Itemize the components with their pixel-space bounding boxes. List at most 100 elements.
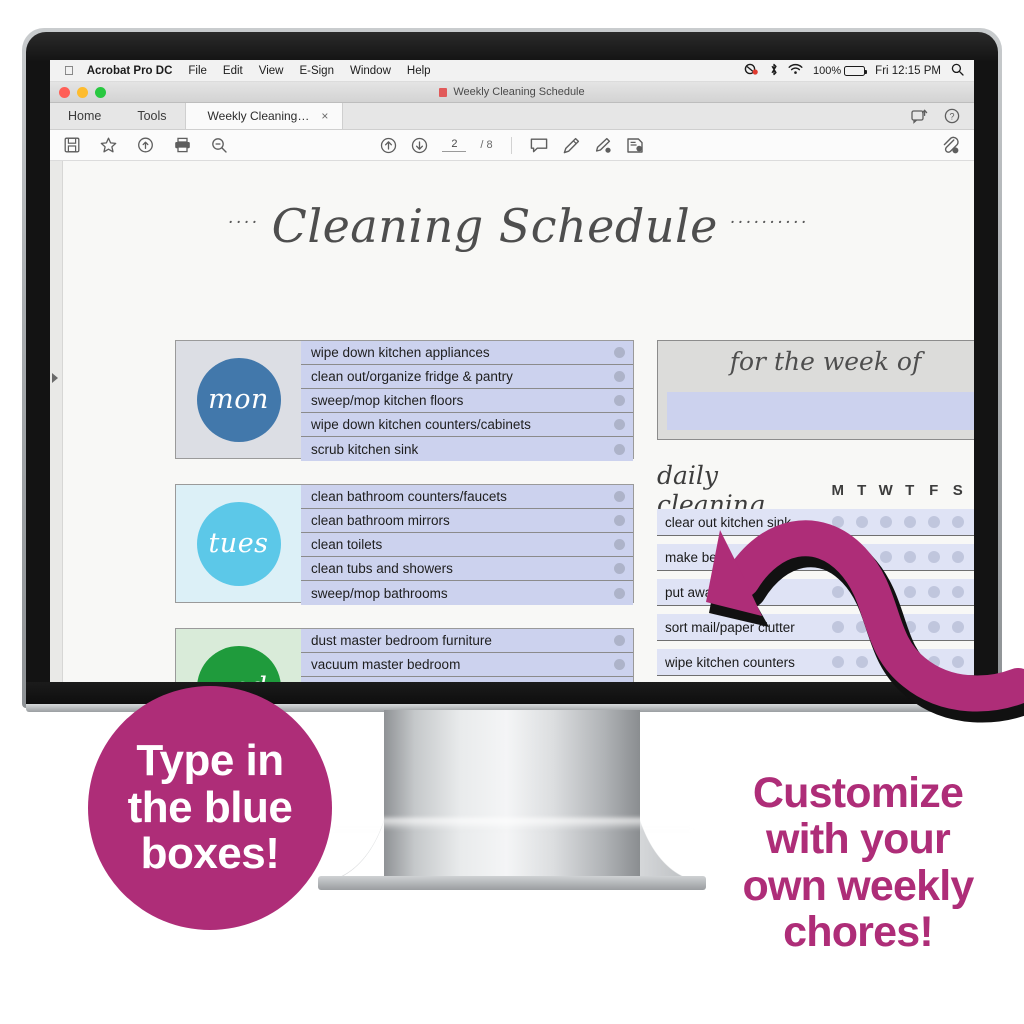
task-text: sweep/mop bathrooms <box>311 585 448 601</box>
task-list-mon: wipe down kitchen appliances clean out/o… <box>301 341 633 461</box>
stamp-icon[interactable] <box>626 137 644 154</box>
task-row[interactable]: dust master bedroom furniture <box>301 629 633 653</box>
task-checkbox-dot[interactable] <box>614 587 625 599</box>
expand-sidebar-icon[interactable] <box>52 373 58 383</box>
task-text: wipe down kitchen counters/cabinets <box>311 417 531 432</box>
task-row[interactable]: clean out/organize fridge & pantry <box>301 365 633 389</box>
curved-arrow-icon <box>706 520 1024 723</box>
day-block-tues: tues clean bathroom counters/faucets cle… <box>175 484 634 605</box>
task-checkbox-dot[interactable] <box>614 539 625 550</box>
menu-esign[interactable]: E-Sign <box>299 65 334 77</box>
task-list-tues: clean bathroom counters/faucets clean ba… <box>301 485 633 605</box>
dow-t1: T <box>857 481 867 499</box>
menu-window[interactable]: Window <box>350 65 391 77</box>
task-checkbox-dot[interactable] <box>614 347 625 358</box>
task-row[interactable]: scrub kitchen sink <box>301 437 633 461</box>
day-block-mon: mon wipe down kitchen appliances clean o… <box>175 340 634 461</box>
week-of-card: for the week of <box>657 340 974 440</box>
task-row[interactable]: clean bathroom counters/faucets <box>301 485 633 509</box>
promo-text: Customize with your own weekly chores! <box>742 769 975 957</box>
dow-f: F <box>929 481 939 499</box>
menu-help[interactable]: Help <box>407 65 431 77</box>
page-up-icon[interactable] <box>380 137 397 154</box>
menubar-app-name[interactable]: Acrobat Pro DC <box>87 65 173 77</box>
day-of-week-headers: M T W T F S S <box>826 482 974 499</box>
day-label-tues: tues <box>208 528 269 559</box>
task-text: vacuum master bedroom <box>311 657 461 672</box>
spotlight-search-icon[interactable] <box>951 63 964 79</box>
task-checkbox-dot[interactable] <box>614 491 625 502</box>
acrobat-toolbar: 2 / 8 <box>50 130 974 161</box>
tab-close-icon[interactable]: × <box>321 109 328 123</box>
task-text: clean out/organize fridge & pantry <box>311 369 513 384</box>
monitor-stand-base <box>318 876 706 890</box>
day-circle-tues: tues <box>196 501 281 586</box>
task-checkbox-dot[interactable] <box>614 563 625 574</box>
task-row[interactable]: clean bathroom mirrors <box>301 509 633 533</box>
task-checkbox-dot[interactable] <box>614 371 625 382</box>
menu-edit[interactable]: Edit <box>223 65 243 77</box>
dow-t2: T <box>905 481 915 499</box>
tab-document-label: Weekly Cleaning… <box>207 109 310 123</box>
task-row[interactable]: sweep/mop kitchen floors <box>301 389 633 413</box>
task-checkbox-dot[interactable] <box>614 635 625 646</box>
page-down-icon[interactable] <box>411 137 428 154</box>
task-text: clean toilets <box>311 537 383 552</box>
task-text: clean bathroom counters/faucets <box>311 489 507 504</box>
menu-view[interactable]: View <box>259 65 284 77</box>
navigation-pane-tab[interactable] <box>50 161 63 682</box>
tab-home[interactable]: Home <box>50 103 119 129</box>
battery-percent-label: 100% <box>813 64 842 77</box>
page-total-label: / 8 <box>480 139 493 151</box>
page-number-input[interactable]: 2 <box>442 138 467 152</box>
task-checkbox-dot[interactable] <box>614 419 625 430</box>
task-checkbox-dot[interactable] <box>614 659 625 670</box>
day-label-mon: mon <box>208 384 269 415</box>
task-text: scrub kitchen sink <box>311 441 419 457</box>
battery-indicator[interactable]: 100% <box>813 64 868 77</box>
task-list-wed: dust master bedroom furniture vacuum mas… <box>301 629 633 682</box>
comment-icon[interactable] <box>530 137 548 153</box>
day-badge-tues: tues <box>176 485 301 602</box>
task-text: dust master bedroom furniture <box>311 633 492 648</box>
dow-m: M <box>831 481 845 499</box>
sign-icon[interactable] <box>594 137 612 154</box>
battery-icon <box>844 65 868 76</box>
task-text: clean tubs and showers <box>311 561 453 576</box>
task-text: sweep/mop kitchen floors <box>311 393 464 408</box>
page-title-text: Cleaning Schedule <box>271 199 718 253</box>
task-row[interactable]: clean tubs and showers <box>301 557 633 581</box>
task-checkbox-dot[interactable] <box>614 395 625 406</box>
task-row[interactable]: wipe down kitchen counters/cabinets <box>301 413 633 437</box>
task-row[interactable]: vacuum master bedroom <box>301 653 633 677</box>
menubar-clock[interactable]: Fri 12:15 PM <box>875 65 941 77</box>
apple-logo-icon[interactable]:  <box>64 64 74 77</box>
type-in-blue-boxes-badge: Type in the blue boxes! <box>88 686 332 930</box>
bluetooth-icon[interactable] <box>770 63 778 79</box>
task-row[interactable]: wipe down kitchen appliances <box>301 341 633 365</box>
highlight-icon[interactable] <box>562 137 580 154</box>
wifi-icon[interactable] <box>788 63 803 78</box>
help-icon[interactable]: ? <box>944 108 960 124</box>
pdf-file-icon <box>439 87 448 97</box>
task-row[interactable]: sweep/mop bathrooms <box>301 581 633 605</box>
day-label-wed: wed <box>210 672 268 682</box>
task-checkbox-dot[interactable] <box>614 515 625 526</box>
share-icon[interactable] <box>911 108 928 124</box>
task-text: wipe down kitchen appliances <box>311 345 490 360</box>
svg-text:?: ? <box>949 111 954 121</box>
tab-document[interactable]: Weekly Cleaning… × <box>184 103 344 129</box>
day-badge-wed: wed <box>176 629 301 682</box>
task-row[interactable]: clean toilets <box>301 533 633 557</box>
task-text: clean bathroom mirrors <box>311 513 450 528</box>
screenshot-root:  Acrobat Pro DC File Edit View E-Sign W… <box>0 0 1024 1024</box>
tab-tools[interactable]: Tools <box>119 103 184 129</box>
week-of-input[interactable] <box>667 392 974 430</box>
screen-record-icon[interactable] <box>744 63 760 78</box>
title-dots-right: ·········· <box>729 212 809 233</box>
week-of-label: for the week of <box>729 347 922 376</box>
badge-text: Type in the blue boxes! <box>127 736 293 879</box>
menu-file[interactable]: File <box>188 65 207 77</box>
macos-menubar:  Acrobat Pro DC File Edit View E-Sign W… <box>50 60 974 82</box>
task-checkbox-dot[interactable] <box>614 443 625 455</box>
